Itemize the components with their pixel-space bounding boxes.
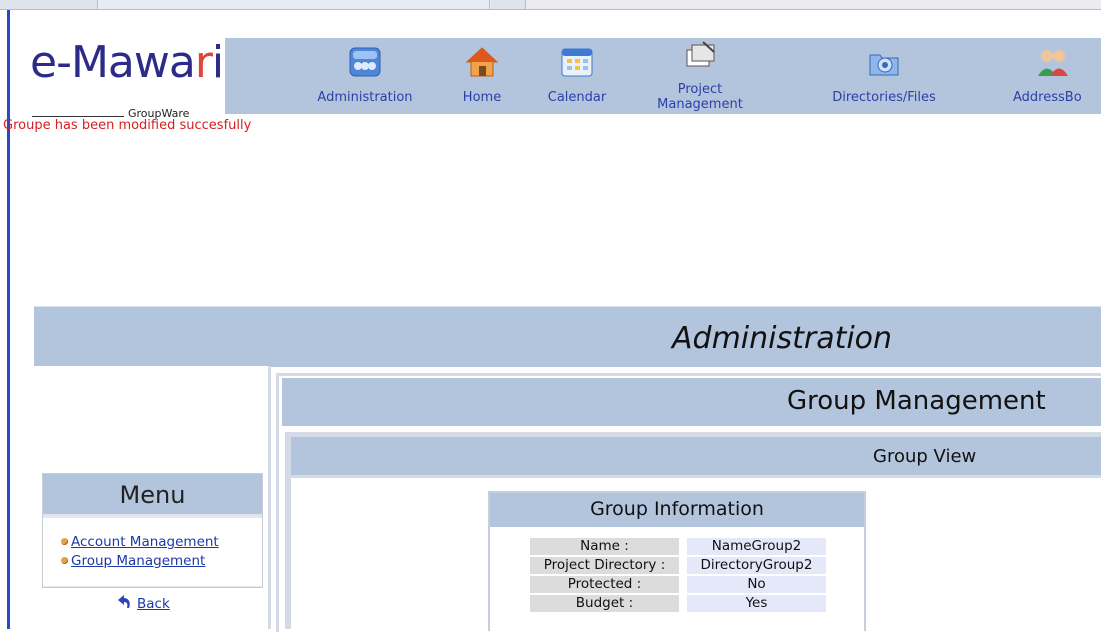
top-navigation-bar: Administration Home Calendar Project Man… — [225, 38, 1101, 114]
logo-wordmark: e-Mawari — [30, 37, 224, 88]
menu-header: Menu — [43, 474, 262, 516]
browser-tab-fragment — [0, 0, 98, 9]
project-icon — [686, 41, 715, 67]
browser-tab-fragment — [99, 0, 490, 9]
back-arrow-icon — [118, 595, 130, 608]
info-value: DirectoryGroup2 — [687, 557, 826, 574]
logo-rule — [32, 116, 124, 117]
info-key: Name : — [530, 538, 679, 555]
info-value: NameGroup2 — [687, 538, 826, 555]
left-frame-border — [0, 10, 11, 629]
status-message: Groupe has been modified succesfully — [3, 118, 252, 133]
nav-administration[interactable]: Administration — [303, 38, 427, 114]
nav-calendar[interactable]: Calendar — [535, 38, 619, 114]
nav-label: Home — [462, 90, 502, 105]
page-title: Administration — [672, 321, 893, 356]
admin-icon — [349, 47, 381, 77]
info-value: No — [687, 576, 826, 593]
subsection-banner: Group View — [291, 437, 1101, 475]
directories-icon — [869, 54, 899, 76]
menu-links: Account Management Group Management — [43, 518, 262, 586]
browser-tab-fragment — [491, 0, 526, 9]
nav-directories-files[interactable]: Directories/Files — [809, 38, 959, 114]
house-icon — [465, 47, 499, 77]
bullet-icon — [61, 557, 68, 564]
subsection-title: Group View — [873, 446, 977, 467]
nav-label: Directories/Files — [832, 90, 936, 105]
addressbook-icon — [1038, 50, 1068, 76]
nav-label: Calendar — [547, 90, 607, 105]
nav-label: Project Management — [657, 82, 743, 112]
nav-label: AddressBo — [1013, 90, 1082, 105]
nav-label: Administration — [317, 90, 413, 105]
menu-title: Menu — [119, 481, 186, 509]
window-top-strip — [0, 0, 1101, 10]
info-value: Yes — [687, 595, 826, 612]
admin-banner: Administration — [34, 306, 1101, 367]
menu-item-group-management[interactable]: Group Management — [61, 553, 205, 569]
info-key: Protected : — [530, 576, 679, 593]
group-information-panel: Group Information Name : NameGroup2 Proj… — [488, 491, 866, 631]
section-banner: Group Management — [282, 378, 1101, 426]
app-logo[interactable]: e-Mawari GroupWare — [30, 37, 225, 121]
calendar-icon — [561, 48, 593, 77]
nav-project-management[interactable]: Project Management — [639, 38, 761, 114]
menu-item-account-management[interactable]: Account Management — [61, 534, 219, 550]
back-link[interactable]: Back — [117, 594, 170, 612]
group-information-header: Group Information — [490, 493, 864, 527]
info-key: Budget : — [530, 595, 679, 612]
bullet-icon — [61, 538, 68, 545]
section-title: Group Management — [787, 386, 1046, 416]
nav-home[interactable]: Home — [457, 38, 507, 114]
info-key: Project Directory : — [530, 557, 679, 574]
menu-panel: Menu Account Management Group Management — [42, 473, 263, 588]
nav-addressbook[interactable]: AddressBo — [1005, 38, 1101, 114]
group-information-title: Group Information — [590, 498, 764, 520]
